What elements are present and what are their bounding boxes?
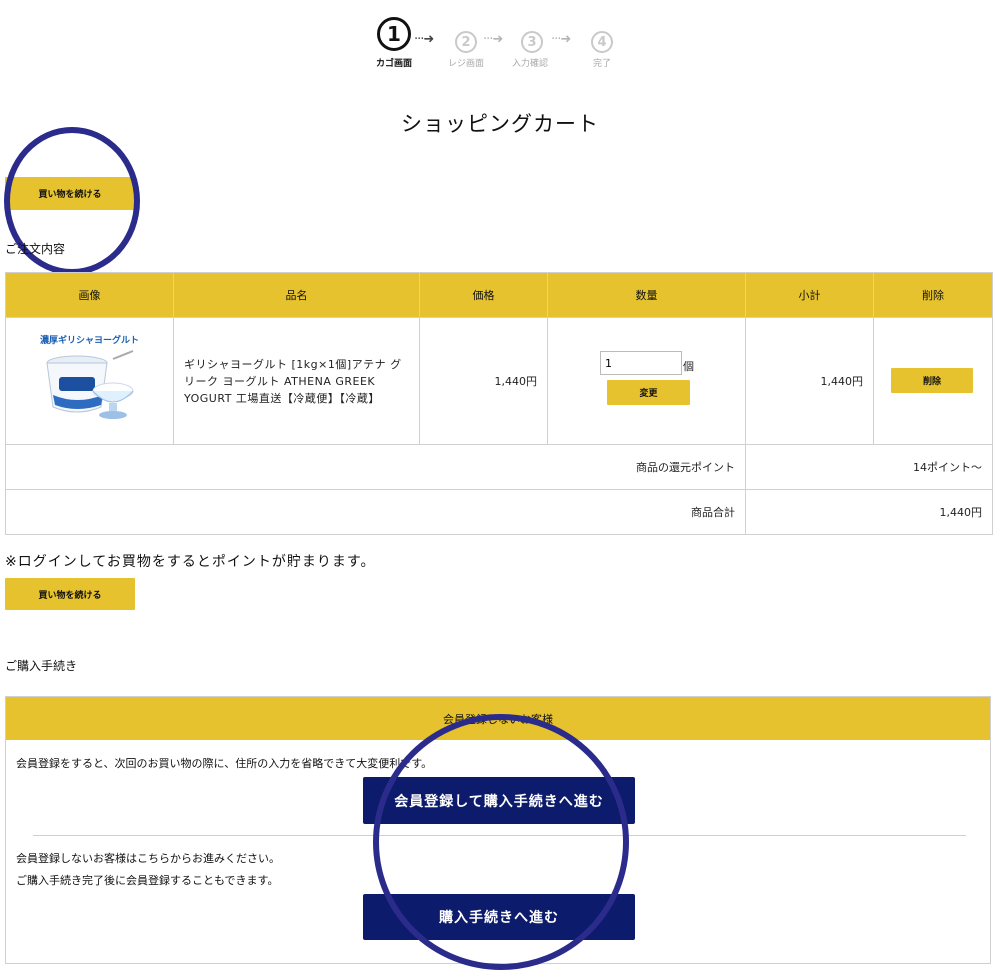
- purchase-procedure-box: 会員登録しないお客様 会員登録をすると、次回のお買い物の際に、住所の入力を省略で…: [5, 696, 991, 964]
- step-4-circle: 4: [591, 31, 613, 53]
- step-arrow-1: ···➜: [414, 32, 434, 47]
- register-benefit-text: 会員登録をすると、次回のお買い物の際に、住所の入力を省略できて大変便利です。: [16, 757, 433, 770]
- order-section-label: ご注文内容: [5, 242, 66, 256]
- register-and-proceed-button[interactable]: 会員登録して購入手続きへ進む: [363, 777, 635, 824]
- col-header-quantity: 数量: [547, 272, 746, 318]
- step-arrow-3: ···➜: [551, 32, 571, 47]
- login-points-note: ※ログインしてお買物をするとポイントが貯まります。: [5, 554, 376, 570]
- continue-shopping-button-top[interactable]: 買い物を続ける: [5, 177, 135, 210]
- yogurt-tub-icon: [45, 350, 133, 419]
- step-1-circle: 1: [377, 17, 411, 51]
- product-price: 1,440円: [419, 317, 548, 445]
- continue-shopping-button-bottom[interactable]: 買い物を続ける: [5, 578, 135, 610]
- product-name: ギリシャヨーグルト [1kg×1個]アテナ グリーク ヨーグルト ATHENA …: [173, 317, 420, 445]
- cart-table-header-row: 画像 品名 価格 数量 小計 削除: [5, 272, 993, 318]
- step-arrow-2: ···➜: [483, 32, 503, 47]
- col-header-subtotal: 小計: [745, 272, 874, 318]
- guest-text-2: ご購入手続き完了後に会員登録することもできます。: [16, 874, 279, 887]
- total-label: 商品合計: [5, 489, 746, 535]
- col-header-price: 価格: [419, 272, 548, 318]
- page-title: ショッピングカート: [401, 112, 599, 136]
- procedure-section-label: ご購入手続き: [5, 659, 78, 673]
- table-row-points: 商品の還元ポイント 14ポイント～: [5, 444, 993, 490]
- step-2-circle: 2: [455, 31, 477, 53]
- guest-text-1: 会員登録しないお客様はこちらからお進みください。: [16, 852, 280, 865]
- step-4-label: 完了: [592, 59, 611, 69]
- step-1-label: カゴ画面: [375, 59, 412, 69]
- step-3-circle: 3: [521, 31, 543, 53]
- col-header-delete: 削除: [873, 272, 993, 318]
- quantity-cell: 個 変更: [547, 317, 746, 445]
- step-3-label: 入力確認: [511, 59, 548, 69]
- step-2-label: レジ画面: [447, 59, 484, 69]
- product-image: 濃厚ギリシャヨーグルト: [35, 333, 145, 429]
- table-row: 濃厚ギリシャヨーグルト ギリシャヨーグルト [1kg×1個]アテナ グリーク ヨ…: [5, 317, 993, 445]
- delete-item-button[interactable]: 削除: [891, 368, 973, 393]
- product-image-label: 濃厚ギリシャヨーグルト: [39, 336, 139, 346]
- product-subtotal: 1,440円: [745, 317, 874, 445]
- points-label: 商品の還元ポイント: [5, 444, 746, 490]
- quantity-input[interactable]: [600, 351, 682, 375]
- col-header-image: 画像: [5, 272, 174, 318]
- change-quantity-button[interactable]: 変更: [607, 380, 690, 405]
- table-row-total: 商品合計 1,440円: [5, 489, 993, 535]
- product-image-cell: 濃厚ギリシャヨーグルト: [5, 317, 174, 445]
- col-header-name: 品名: [173, 272, 420, 318]
- procedure-divider: [33, 835, 966, 836]
- total-value: 1,440円: [745, 489, 993, 535]
- delete-cell: 削除: [873, 317, 993, 445]
- cart-table: 画像 品名 価格 数量 小計 削除 濃厚ギリシャヨーグルト ギリシャヨーグルト …: [5, 272, 993, 535]
- guest-header: 会員登録しないお客様: [6, 697, 990, 740]
- proceed-to-checkout-button[interactable]: 購入手続きへ進む: [363, 894, 635, 940]
- quantity-unit: 個: [683, 360, 694, 373]
- points-value: 14ポイント～: [745, 444, 993, 490]
